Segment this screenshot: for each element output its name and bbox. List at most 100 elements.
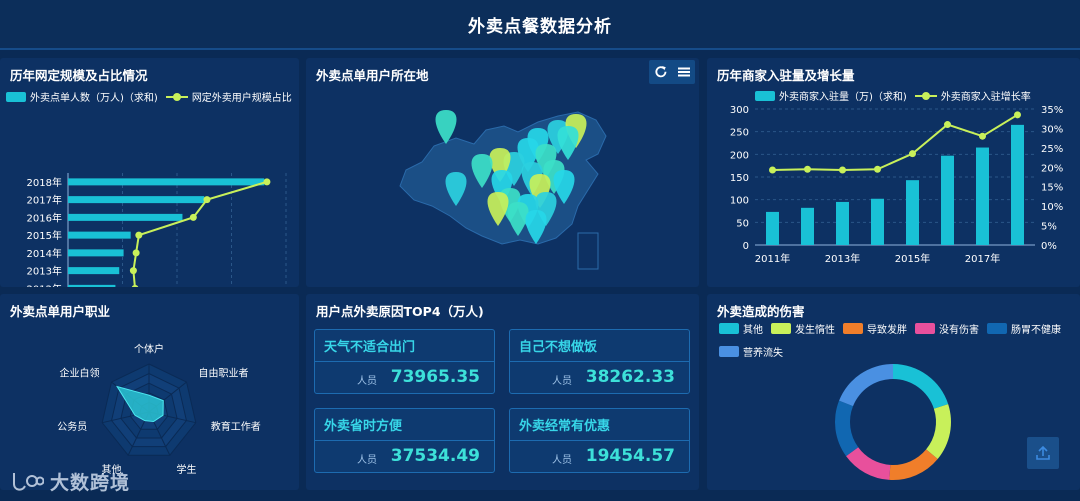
bar: [68, 284, 116, 287]
bar: [976, 147, 989, 245]
line-point: [1014, 111, 1021, 119]
line-point: [769, 166, 776, 174]
panel-user-location: 外卖点单用户所在地: [306, 58, 699, 287]
y-right-tick-label: 35%: [1041, 105, 1063, 116]
china-map[interactable]: [306, 58, 699, 287]
x-tick-label: 2015年: [895, 252, 930, 265]
panel-harm: 外卖造成的伤害 其他 发生惰性 导致发胖 没有伤害 肠胃不健康 营养流失: [707, 294, 1080, 490]
radar-indicator-label: 自由职业者: [199, 366, 249, 379]
line-point: [874, 165, 881, 173]
card-title: 自己不想做饭: [510, 330, 689, 362]
radar-indicator-label: 个体户: [134, 343, 164, 356]
x-tick-label: 2013年: [825, 252, 860, 265]
bar: [68, 178, 265, 186]
card-label: 人员: [357, 455, 377, 466]
hbar-chart: 0100002000030000400002011年2012年2013年2014…: [27, 173, 287, 287]
radar-indicator-label: 公务员: [57, 420, 87, 433]
watermark-text: 大数跨境: [50, 472, 131, 494]
card-title: 天气不适合出门: [315, 330, 494, 362]
line-point: [979, 132, 986, 140]
x-tick-label: 2011年: [755, 252, 790, 265]
donut-slice: [839, 364, 893, 407]
line-point: [839, 166, 846, 174]
x-tick-label: 2017年: [965, 252, 1000, 265]
bar: [801, 207, 814, 245]
y-tick-label: 2012年: [27, 282, 62, 287]
donut-slice: [846, 447, 891, 480]
panel-user-occupation: 外卖点单用户职业 个体户 自由职业者 教育工作者 学生 其他 公务员 企业白领: [0, 294, 299, 490]
radar-indicator-label: 学生: [176, 463, 196, 476]
line-point: [203, 196, 211, 204]
y-left-tick-label: 100: [730, 196, 749, 207]
donut-slice: [893, 364, 949, 409]
panel-merchant-growth: 历年商家入驻量及增长量 外卖商家入驻量（万)（求和) 外卖商家入驻增长率 0 50…: [707, 58, 1080, 287]
line-point: [909, 150, 916, 158]
radar-chart: 个体户自由职业者教育工作者学生其他公务员企业白领: [57, 343, 261, 476]
panel-yearly-scale: 历年网定规模及占比情况 外卖点单人数（万人)（求和) 网定外卖用户规模占比 01…: [0, 58, 299, 287]
card-value: 73965.35: [390, 367, 480, 387]
y-tick-label: 2018年: [27, 176, 62, 189]
donut-slice: [926, 404, 951, 459]
y-right-tick-label: 20%: [1041, 163, 1063, 174]
line-point: [804, 165, 811, 173]
y-right-tick-label: 5%: [1041, 222, 1057, 233]
bar: [906, 180, 919, 245]
y-tick-label: 2017年: [27, 194, 62, 207]
card-label: 人员: [357, 376, 377, 387]
upload-icon: [1036, 445, 1050, 460]
radar-indicator-label: 企业白领: [59, 366, 99, 379]
bar: [68, 213, 183, 221]
panel-title: 用户点外卖原因TOP4（万人): [316, 304, 484, 319]
line-point: [189, 213, 197, 221]
donut-slice: [835, 400, 859, 457]
bar-line-chart: 0 50 100 150 200 250 300 0% 5% 10% 15% 20% 25% 30% 35%…: [730, 105, 1063, 265]
line-point: [944, 121, 951, 129]
bar: [68, 267, 120, 275]
y-left-tick-label: 150: [730, 173, 749, 184]
reason-card[interactable]: 自己不想做饭 人员 38262.33: [509, 329, 690, 394]
y-left-tick-label: 200: [730, 150, 749, 161]
y-right-tick-label: 30%: [1041, 124, 1063, 135]
bar: [68, 231, 131, 239]
card-title: 外卖省时方便: [315, 409, 494, 441]
watermark: 大数跨境: [10, 468, 130, 495]
map-inset: [577, 232, 599, 270]
y-tick-label: 2016年: [27, 211, 62, 224]
watermark-logo-icon: [13, 472, 44, 491]
y-tick-label: 2015年: [27, 229, 62, 242]
bar: [766, 211, 779, 245]
y-right-tick-label: 10%: [1041, 202, 1063, 213]
donut-slice: [889, 449, 938, 480]
line-point: [131, 284, 139, 287]
y-right-tick-label: 0%: [1041, 241, 1057, 252]
bar: [836, 201, 849, 245]
bar: [68, 196, 205, 204]
y-left-tick-label: 50: [736, 218, 749, 229]
card-value: 37534.49: [390, 446, 480, 466]
y-left-tick-label: 250: [730, 128, 749, 139]
card-label: 人员: [552, 376, 572, 387]
card-value: 38262.33: [585, 367, 675, 387]
radar-indicator-label: 教育工作者: [211, 420, 261, 433]
line-point: [129, 267, 137, 275]
y-right-tick-label: 25%: [1041, 144, 1063, 155]
bar: [871, 198, 884, 245]
bar: [1011, 124, 1024, 245]
line-point: [135, 231, 143, 239]
panel-order-reasons: 用户点外卖原因TOP4（万人) 天气不适合出门 人员 73965.35 自己不想…: [306, 294, 699, 490]
bar: [941, 155, 954, 245]
page-title: 外卖点餐数据分析: [468, 16, 612, 37]
reason-card[interactable]: 外卖省时方便 人员 37534.49: [314, 408, 495, 473]
line-point: [263, 178, 271, 186]
line-point: [132, 249, 140, 257]
page-header: 外卖点餐数据分析: [0, 0, 1080, 50]
donut-chart: [835, 364, 951, 480]
upload-button[interactable]: [1027, 437, 1059, 469]
y-tick-label: 2013年: [27, 265, 62, 278]
y-left-tick-label: 300: [730, 105, 749, 116]
card-value: 19454.57: [585, 446, 675, 466]
card-label: 人员: [552, 455, 572, 466]
reason-card[interactable]: 外卖经常有优惠 人员 19454.57: [509, 408, 690, 473]
y-left-tick-label: 0: [743, 241, 749, 252]
reason-card[interactable]: 天气不适合出门 人员 73965.35: [314, 329, 495, 394]
